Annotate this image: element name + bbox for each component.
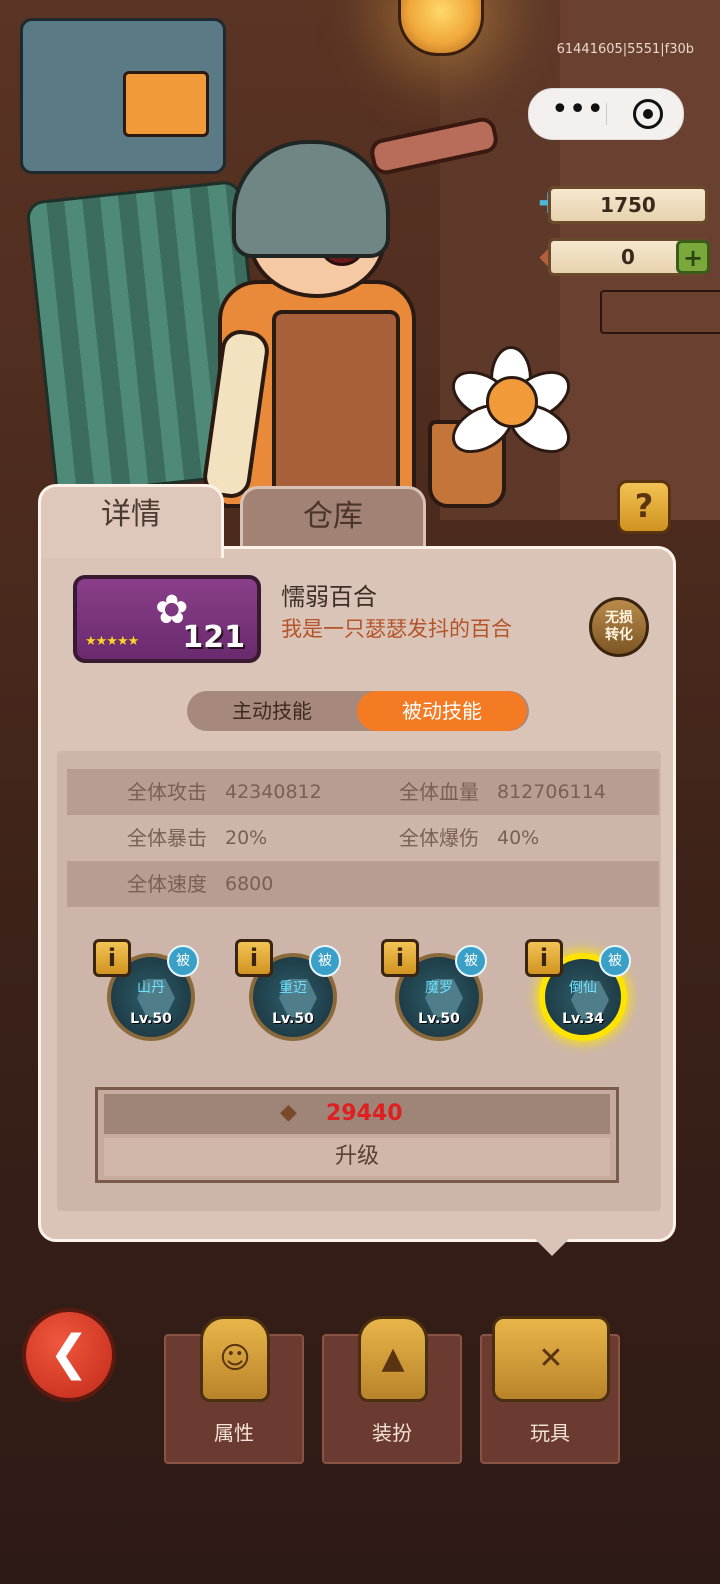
skill-type-toggle: 主动技能 被动技能 <box>187 691 529 731</box>
skill-info-button[interactable]: i <box>235 939 273 977</box>
skill-name: 倒仙 <box>569 980 597 996</box>
tab-details[interactable]: 详情 <box>38 484 224 558</box>
upgrade-cost-value: 29440 <box>326 1101 403 1126</box>
radio-prop <box>20 18 226 174</box>
stat-label: 全体暴击 <box>127 826 207 850</box>
gem-icon: ◆ <box>280 1100 297 1125</box>
active-skill-tab[interactable]: 主动技能 <box>187 691 357 731</box>
stat-label: 全体攻击 <box>127 780 207 804</box>
stat-label: 全体爆伤 <box>399 826 479 850</box>
passive-badge: 被 <box>309 945 341 977</box>
skill-slot-3[interactable]: 魔罗 Lv.50 i 被 <box>381 939 505 1059</box>
back-button[interactable]: ❮ <box>22 1308 116 1402</box>
skill-name: 重迈 <box>279 980 307 996</box>
close-target-icon[interactable] <box>633 99 663 129</box>
toybox-icon: ✕ <box>492 1316 610 1402</box>
shelf <box>600 290 720 334</box>
nav-toys-button[interactable]: ✕ 玩具 <box>480 1316 620 1464</box>
toy-card: ✿ ★★★★★ 121 <box>73 575 261 663</box>
stat-value: 20% <box>225 827 268 849</box>
lossless-convert-button[interactable]: 无损 转化 <box>589 597 649 657</box>
star-rating: ★★★★★ <box>85 634 139 649</box>
convert-label-line2: 转化 <box>605 627 633 643</box>
passive-badge: 被 <box>167 945 199 977</box>
panel-pointer <box>534 1238 570 1256</box>
skill-name: 魔罗 <box>425 980 453 996</box>
help-button[interactable]: ? <box>617 480 671 534</box>
skill-info-button[interactable]: i <box>381 939 419 977</box>
upgrade-cost: ◆ 29440 <box>104 1094 610 1134</box>
device-id-label: 61441605|5551|f30b <box>556 42 694 57</box>
passive-badge: 被 <box>599 945 631 977</box>
skill-slot-4[interactable]: 倒仙 Lv.34 i 被 <box>525 939 649 1059</box>
upgrade-box: ◆ 29440 升级 <box>95 1087 619 1183</box>
stat-value: 6800 <box>225 873 274 895</box>
skill-slot-2[interactable]: 重迈 Lv.50 i 被 <box>235 939 359 1059</box>
skill-level: Lv.34 <box>562 1011 604 1027</box>
stats-area: 全体攻击 42340812 全体血量 812706114 全体暴击 20% 全体… <box>57 751 661 1211</box>
mini-program-capsule: ••• <box>528 88 684 140</box>
nav-attributes-button[interactable]: ☺ 属性 <box>164 1316 304 1464</box>
skill-slot-1[interactable]: 山丹 Lv.50 i 被 <box>93 939 217 1059</box>
character-icon: ☺ <box>200 1316 270 1402</box>
stat-row: 全体速度 6800 <box>67 861 659 907</box>
nav-label: 玩具 <box>530 1421 570 1445</box>
skill-level: Lv.50 <box>130 1011 172 1027</box>
toy-level: 121 <box>182 620 245 655</box>
resource-gem-value: 0 <box>621 245 635 269</box>
capsule-divider <box>606 103 607 125</box>
stat-row: 全体攻击 42340812 全体血量 812706114 <box>67 769 659 815</box>
skill-info-button[interactable]: i <box>525 939 563 977</box>
outfit-icon: ▲ <box>358 1316 428 1402</box>
upgrade-button[interactable]: 升级 <box>104 1138 610 1176</box>
toy-detail-panel: ✿ ★★★★★ 121 懦弱百合 我是一只瑟瑟发抖的百合 无损 转化 主动技能 … <box>38 546 676 1242</box>
stat-label: 全体速度 <box>127 872 207 896</box>
add-gem-button[interactable]: + <box>676 240 710 274</box>
skill-level: Lv.50 <box>272 1011 314 1027</box>
stat-value: 42340812 <box>225 781 322 803</box>
stat-label: 全体血量 <box>399 780 479 804</box>
skill-info-button[interactable]: i <box>93 939 131 977</box>
nav-outfit-button[interactable]: ▲ 装扮 <box>322 1316 462 1464</box>
toy-description: 我是一只瑟瑟发抖的百合 <box>281 617 512 641</box>
convert-label-line1: 无损 <box>605 610 633 626</box>
more-menu-icon[interactable]: ••• <box>551 95 604 129</box>
stat-value: 40% <box>497 827 540 849</box>
skill-name: 山丹 <box>137 980 165 996</box>
passive-badge: 被 <box>455 945 487 977</box>
resource-puzzle-counter: 1750 <box>548 186 708 224</box>
skill-level: Lv.50 <box>418 1011 460 1027</box>
back-arrow-icon: ❮ <box>48 1325 90 1381</box>
passive-skill-tab[interactable]: 被动技能 <box>357 691 527 731</box>
nav-label: 装扮 <box>372 1421 412 1445</box>
stat-row: 全体暴击 20% 全体爆伤 40% <box>67 815 659 861</box>
resource-puzzle-value: 1750 <box>600 193 656 217</box>
toy-name: 懦弱百合 <box>281 583 377 611</box>
nav-label: 属性 <box>214 1421 254 1445</box>
tab-warehouse[interactable]: 仓库 <box>240 486 426 552</box>
stat-value: 812706114 <box>497 781 606 803</box>
